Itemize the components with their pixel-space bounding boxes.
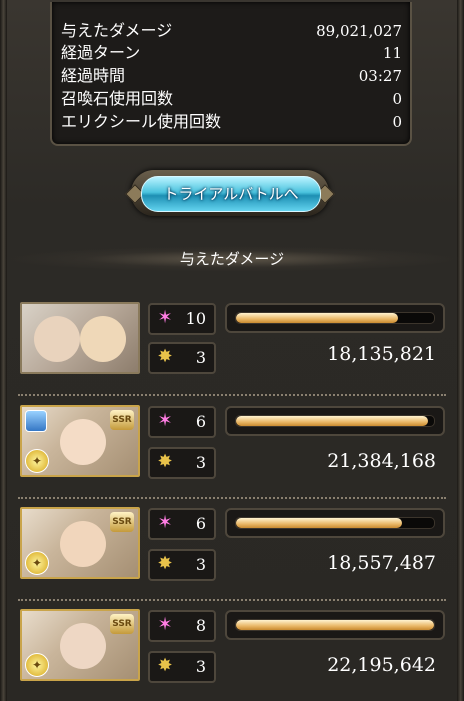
charge-attack-value: 10: [185, 309, 206, 328]
pink-sparkle-icon: ✶: [157, 512, 173, 533]
damage-value: 18,135,821: [327, 343, 436, 365]
charge-attack-count: ✶ 10: [148, 303, 216, 335]
character-portrait[interactable]: SSR ✦: [20, 609, 140, 681]
skill-count: ✸ 3: [148, 651, 216, 683]
summary-value: 03:27: [358, 67, 402, 85]
charge-attack-value: 6: [195, 412, 206, 431]
damage-bar: [225, 303, 445, 333]
damage-bar-track: [235, 312, 435, 324]
damage-value: 21,384,168: [327, 450, 436, 472]
light-element-icon: ✦: [25, 551, 49, 575]
summary-value: 89,021,027: [316, 22, 402, 40]
pink-sparkle-icon: ✶: [157, 410, 173, 431]
skill-value: 3: [195, 453, 206, 472]
summary-label: 与えたダメージ: [61, 21, 173, 40]
damage-bar-track: [235, 415, 435, 427]
summary-row-elixirs: エリクシール使用回数 0: [61, 111, 402, 133]
damage-bar: [225, 610, 445, 640]
damage-bar-fill: [236, 416, 429, 426]
row-divider: [18, 599, 446, 601]
trial-battle-button-label[interactable]: トライアルバトルへ: [141, 176, 321, 212]
summary-row-summons: 召喚石使用回数 0: [61, 88, 402, 110]
row-divider: [18, 394, 446, 396]
character-face-left: [34, 316, 80, 362]
gold-burst-icon: ✸: [157, 655, 173, 676]
row-divider: [18, 497, 446, 499]
section-title: 与えたダメージ: [0, 246, 464, 272]
summary-value: 0: [392, 90, 402, 108]
skill-count: ✸ 3: [148, 447, 216, 479]
results-panel: 与えたダメージ 89,021,027 経過ターン 11 経過時間 03:27 召…: [0, 0, 464, 701]
character-face: [60, 623, 106, 669]
character-face: [60, 521, 106, 567]
summary-value: 0: [392, 113, 402, 131]
damage-value: 18,557,487: [327, 552, 436, 574]
summary-label: 経過ターン: [61, 43, 141, 62]
gold-burst-icon: ✸: [157, 451, 173, 472]
frame-edge-right: [457, 0, 464, 701]
rarity-badge: SSR: [110, 410, 134, 430]
party-member-4: SSR ✦ ✶ 8 ✸ 3 22,195,642: [18, 607, 446, 693]
light-element-icon: ✦: [25, 653, 49, 677]
summary-row-turns: 経過ターン 11: [61, 42, 402, 64]
charge-attack-count: ✶ 6: [148, 508, 216, 540]
character-portrait[interactable]: SSR ✦: [20, 405, 140, 477]
summary-label: 経過時間: [61, 66, 126, 85]
rarity-badge: SSR: [110, 614, 134, 634]
character-portrait[interactable]: [20, 302, 140, 374]
summary-value: 11: [382, 44, 402, 62]
trial-battle-button[interactable]: トライアルバトルへ: [125, 170, 335, 216]
damage-bar: [225, 406, 445, 436]
skill-count: ✸ 3: [148, 549, 216, 581]
charge-attack-count: ✶ 6: [148, 406, 216, 438]
party-member-1: ✶ 10 ✸ 3 18,135,821: [18, 300, 446, 396]
skill-value: 3: [195, 555, 206, 574]
character-portrait[interactable]: SSR ✦: [20, 507, 140, 579]
gold-burst-icon: ✸: [157, 553, 173, 574]
summary-row-damage: 与えたダメージ 89,021,027: [61, 20, 402, 42]
summary-row-time: 経過時間 03:27: [61, 65, 402, 87]
rarity-badge: SSR: [110, 512, 134, 532]
party-member-2: SSR ✦ ✶ 6 ✸ 3 21,384,168: [18, 403, 446, 499]
damage-bar-fill: [236, 620, 434, 630]
gold-burst-icon: ✸: [157, 346, 173, 367]
character-face: [60, 419, 106, 465]
damage-bar-fill: [236, 313, 399, 323]
character-face-right: [80, 316, 126, 362]
pink-sparkle-icon: ✶: [157, 614, 173, 635]
damage-bar-track: [235, 619, 435, 631]
summary-label: エリクシール使用回数: [61, 112, 222, 131]
damage-bar-track: [235, 517, 435, 529]
pink-sparkle-icon: ✶: [157, 307, 173, 328]
skill-value: 3: [195, 348, 206, 367]
charge-attack-value: 8: [195, 616, 206, 635]
skill-count: ✸ 3: [148, 342, 216, 374]
summary-label: 召喚石使用回数: [61, 89, 174, 108]
damage-bar-fill: [236, 518, 403, 528]
damage-value: 22,195,642: [327, 654, 436, 676]
damage-bar: [225, 508, 445, 538]
buff-icon: [25, 410, 47, 432]
skill-value: 3: [195, 657, 206, 676]
battle-summary: 与えたダメージ 89,021,027 経過ターン 11 経過時間 03:27 召…: [50, 2, 412, 146]
charge-attack-count: ✶ 8: [148, 610, 216, 642]
frame-edge-left: [0, 0, 7, 701]
light-element-icon: ✦: [25, 449, 49, 473]
charge-attack-value: 6: [195, 514, 206, 533]
party-member-3: SSR ✦ ✶ 6 ✸ 3 18,557,487: [18, 505, 446, 601]
